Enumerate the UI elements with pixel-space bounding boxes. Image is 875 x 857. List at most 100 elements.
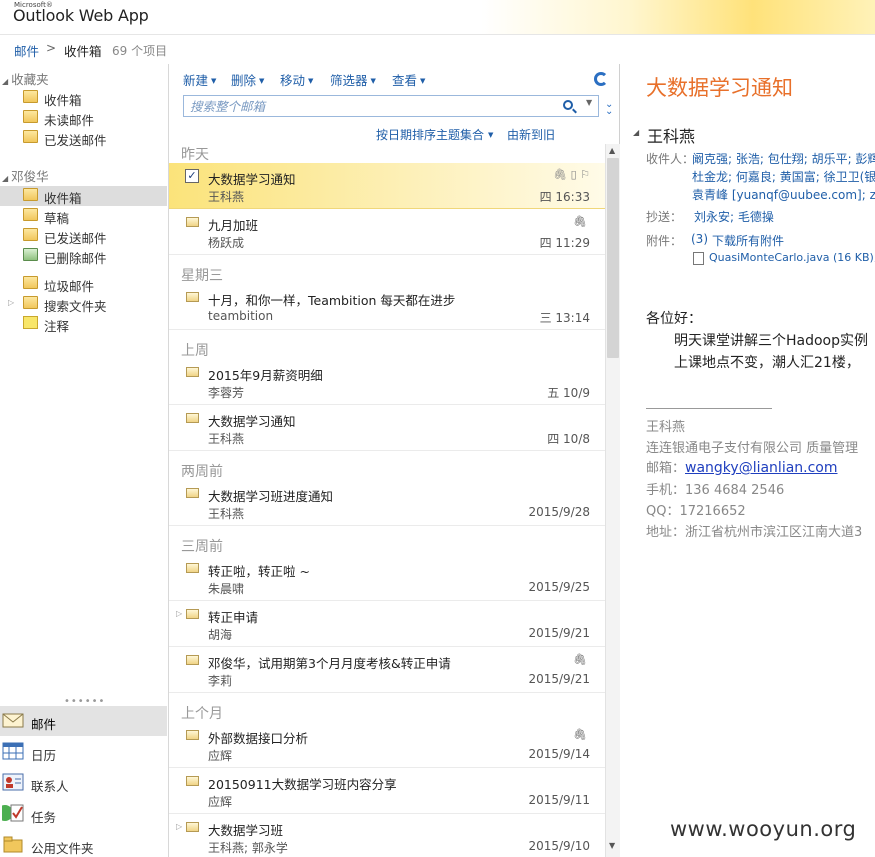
message-row[interactable]: 九月加班 杨跃成 四 11:29 🖇 — [169, 209, 605, 255]
envelope-read-icon — [186, 776, 199, 786]
scroll-thumb[interactable] — [607, 158, 619, 358]
folder-notes[interactable]: 注释 — [0, 314, 167, 334]
message-row[interactable]: 邓俊华，试用期第3个月月度考核&转正申请 李莉 2015/9/21 🖇 — [169, 647, 605, 693]
search-folder-icon — [23, 110, 38, 123]
reading-pane: 大数据学习通知 ◢ 王科燕 收件人： 阚克强; 张浩; 包仕翔; 胡乐平; 彭辉… — [621, 64, 875, 857]
message-row[interactable]: 十月，和你一样，Teambition 每天都在进步 teambition 三 1… — [169, 284, 605, 330]
attachment-icon: 🖇 — [573, 728, 587, 741]
item-count: 69 个项目 — [112, 44, 168, 58]
attachment-icon: 🖇 — [573, 653, 587, 666]
drafts-folder-icon — [23, 208, 38, 221]
breadcrumb-inbox: 收件箱 — [64, 44, 102, 59]
breadcrumb-separator: > — [46, 41, 57, 55]
folder-sent[interactable]: 已发送邮件 — [0, 226, 167, 246]
view-button[interactable]: 查看 ▼ — [392, 70, 425, 89]
message-row[interactable]: ▷ 转正申请 胡海 2015/9/21 — [169, 601, 605, 647]
signature-email: 邮箱：wangky@lianlian.com — [646, 460, 838, 476]
message-sender[interactable]: 王科燕 — [647, 123, 695, 147]
sort-order-button[interactable]: 由新到旧 — [507, 126, 555, 143]
move-button[interactable]: 移动 ▼ — [280, 70, 313, 89]
sent-folder-icon — [23, 130, 38, 143]
delete-button[interactable]: 删除 ▼ — [231, 70, 264, 89]
nav-calendar[interactable]: 日历 — [0, 737, 167, 767]
breadcrumb-mail-link[interactable]: 邮件 — [14, 41, 39, 60]
favorites-header[interactable]: ◢ 收藏夹 — [2, 69, 49, 88]
envelope-read-icon — [186, 217, 199, 227]
expand-search-icon[interactable]: ⌄ ⌄ — [605, 100, 613, 117]
body-greeting: 各位好： — [646, 311, 702, 327]
group-header: 三周前 — [181, 539, 223, 555]
new-button[interactable]: 新建 ▼ — [183, 70, 216, 89]
envelope-read-icon — [186, 822, 199, 832]
nav-tasks[interactable]: 任务 — [0, 799, 167, 829]
favorite-unread[interactable]: 未读邮件 — [0, 108, 167, 128]
to-recipients[interactable]: 杜金龙; 何嘉良; 黄国富; 徐卫卫(银通 — [692, 168, 875, 185]
sort-by-button[interactable]: 按日期排序主题集合 ▼ — [376, 126, 493, 143]
search-input[interactable] — [190, 98, 550, 114]
collapse-header-icon[interactable]: ◢ — [633, 128, 639, 137]
envelope-read-icon — [186, 609, 199, 619]
to-recipients[interactable]: 阚克强; 张浩; 包仕翔; 胡乐平; 彭辉 — [692, 150, 875, 167]
folder-drafts[interactable]: 草稿 — [0, 206, 167, 226]
inbox-folder-icon — [23, 188, 38, 201]
message-row[interactable]: 20150911大数据学习班内容分享 应辉 2015/9/11 — [169, 768, 605, 814]
email-link[interactable]: wangky@lianlian.com — [685, 460, 838, 476]
message-row[interactable]: 大数据学习通知 王科燕 四 10/8 — [169, 405, 605, 451]
cc-recipients[interactable]: 刘永安; 毛德操 — [694, 208, 774, 225]
message-row[interactable]: 大数据学习班进度通知 王科燕 2015/9/28 — [169, 480, 605, 526]
search-icon[interactable] — [563, 100, 573, 110]
chevron-down-icon: ▼ — [420, 77, 426, 85]
message-list-scrollbar[interactable]: ▲ ▼ — [605, 144, 620, 857]
message-row[interactable]: 转正啦，转正啦 ~ 朱晨啸 2015/9/25 — [169, 555, 605, 601]
nav-public-folders[interactable]: 公用文件夹 — [0, 830, 167, 857]
collapse-triangle-icon: ◢ — [2, 174, 9, 183]
scroll-down-icon[interactable]: ▼ — [609, 841, 615, 850]
group-header: 两周前 — [181, 464, 223, 480]
contacts-icon — [2, 773, 24, 791]
folder-inbox[interactable]: 收件箱 — [0, 186, 167, 206]
app-header: Microsoft® Outlook Web App — [0, 0, 875, 35]
nav-mail[interactable]: 邮件 — [0, 706, 167, 736]
refresh-icon[interactable] — [594, 72, 608, 86]
envelope-read-icon — [186, 292, 199, 302]
folder-junk[interactable]: 垃圾邮件 — [0, 274, 167, 294]
checkbox-checked-icon[interactable]: ✓ — [185, 169, 199, 183]
scroll-up-icon[interactable]: ▲ — [609, 146, 615, 155]
to-recipients[interactable]: 袁青峰 [yuanqf@uubee.com]; zhen — [692, 186, 875, 203]
signature-company: 连连银通电子支付有限公司 质量管理 — [646, 441, 859, 456]
signature-qq: QQ：17216652 — [646, 504, 746, 519]
message-toolbar: 新建 ▼ 删除 ▼ 移动 ▼ 筛选器 ▼ 查看 ▼ — [169, 64, 621, 92]
folder-search-folders[interactable]: ▷ 搜索文件夹 — [0, 294, 167, 314]
message-row[interactable]: 外部数据接口分析 应辉 2015/9/14 🖇 — [169, 722, 605, 768]
favorite-sent[interactable]: 已发送邮件 — [0, 128, 167, 148]
search-options-chevron-icon[interactable]: ▼ — [586, 98, 592, 107]
attachment-file-link[interactable]: QuasiMonteCarlo.java (16 KB); — [709, 251, 875, 264]
account-header[interactable]: ◢ 邓俊华 — [2, 166, 49, 185]
body-line: 明天课堂讲解三个Hadoop实例 — [674, 333, 869, 349]
chevron-down-icon: ▼ — [370, 77, 376, 85]
chevron-down-icon: ▼ — [211, 77, 217, 85]
search-folder-icon — [23, 296, 38, 309]
favorite-inbox[interactable]: 收件箱 — [0, 88, 167, 108]
attachments-label: 附件： — [646, 234, 683, 248]
signature-address: 地址：浙江省杭州市滨江区江南大道3 — [646, 525, 863, 540]
attachment-icon: 🖇 — [573, 215, 587, 228]
watermark: www.wooyun.org — [670, 817, 857, 841]
group-header: 昨天 — [181, 147, 209, 163]
expand-thread-icon[interactable]: ▷ — [176, 822, 182, 831]
notes-icon — [23, 316, 38, 329]
chevron-down-icon: ▼ — [488, 131, 494, 139]
envelope-read-icon — [186, 367, 199, 377]
nav-contacts[interactable]: 联系人 — [0, 768, 167, 798]
download-all-attachments-link[interactable]: 下载所有附件 — [712, 232, 784, 249]
envelope-read-icon — [186, 413, 199, 423]
message-row[interactable]: ✓ 大数据学习通知 王科燕 四 16:33 🖇 ▯ ⚐ — [169, 163, 605, 209]
message-row[interactable]: 2015年9月薪资明细 李蓉芳 五 10/9 — [169, 359, 605, 405]
attachment-flag-icons[interactable]: 🖇 ▯ ⚐ — [553, 168, 590, 181]
filter-button[interactable]: 筛选器 ▼ — [330, 70, 376, 89]
envelope-read-icon — [186, 563, 199, 573]
expand-thread-icon[interactable]: ▷ — [176, 609, 182, 618]
folder-deleted[interactable]: 已删除邮件 — [0, 246, 167, 266]
expand-triangle-icon[interactable]: ▷ — [8, 298, 14, 307]
message-row[interactable]: ▷ 大数据学习班 王科燕; 郭永学 2015/9/10 — [169, 814, 605, 857]
